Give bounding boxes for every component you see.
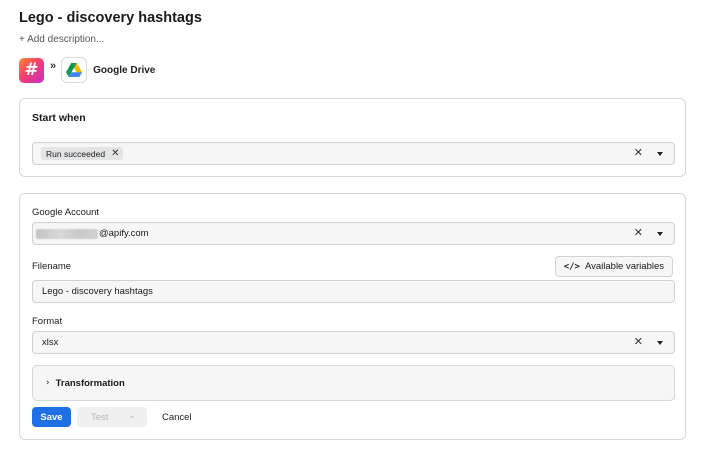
event-chip-label: Run succeeded: [46, 148, 106, 159]
chip-remove-icon[interactable]: ✕: [111, 148, 119, 159]
hashtag-glyph: #: [24, 59, 39, 80]
chevron-right-icon: ›: [46, 378, 50, 388]
google-drive-icon: [61, 57, 88, 83]
start-when-heading: Start when: [32, 112, 86, 124]
available-variables-button[interactable]: </> Available variables: [554, 256, 673, 277]
add-description-link[interactable]: + Add description...: [19, 34, 104, 45]
redacted-email-prefix: [36, 228, 98, 239]
available-variables-label: Available variables: [584, 261, 664, 272]
filename-input[interactable]: Lego - discovery hashtags: [32, 280, 675, 303]
chevron-down-icon: ⌄: [128, 411, 136, 421]
filename-value: Lego - discovery hashtags: [42, 286, 153, 297]
google-drive-config-card: Google Account @apify.com ✕ Filename </>…: [19, 193, 686, 440]
clear-icon[interactable]: ✕: [634, 148, 643, 159]
dropdown-caret-icon[interactable]: [657, 232, 663, 236]
google-account-label: Google Account: [32, 207, 100, 218]
format-label: Format: [32, 316, 63, 327]
event-multiselect[interactable]: Run succeeded ✕ ✕: [32, 142, 675, 165]
code-icon: </>: [563, 261, 580, 272]
google-account-select[interactable]: @apify.com ✕: [32, 222, 675, 245]
dropdown-caret-icon[interactable]: [657, 152, 663, 156]
filename-label: Filename: [32, 261, 72, 272]
dropdown-caret-icon[interactable]: [657, 341, 663, 345]
form-actions: Save Test ⌄ Cancel: [32, 407, 192, 427]
format-value: xlsx: [42, 337, 59, 348]
integration-path: # » Google Drive: [19, 57, 155, 83]
google-drive-label: Google Drive: [93, 64, 156, 76]
cancel-button[interactable]: Cancel: [162, 412, 192, 423]
clear-icon[interactable]: ✕: [634, 337, 643, 348]
test-button: Test ⌄: [77, 407, 147, 427]
test-label: Test: [91, 411, 109, 423]
transformation-label: Transformation: [55, 377, 125, 389]
save-button[interactable]: Save: [32, 407, 71, 427]
hashtag-app-icon: #: [19, 57, 44, 83]
double-chevron-icon: »: [50, 60, 57, 72]
clear-icon[interactable]: ✕: [634, 228, 643, 239]
format-select[interactable]: xlsx ✕: [32, 331, 675, 354]
transformation-accordion[interactable]: › Transformation: [32, 365, 675, 401]
start-when-card: Start when Run succeeded ✕ ✕: [19, 98, 686, 177]
page-title[interactable]: Lego - discovery hashtags: [19, 10, 202, 26]
event-chip-run-succeeded: Run succeeded ✕: [41, 147, 124, 160]
google-account-value: @apify.com: [99, 228, 149, 239]
